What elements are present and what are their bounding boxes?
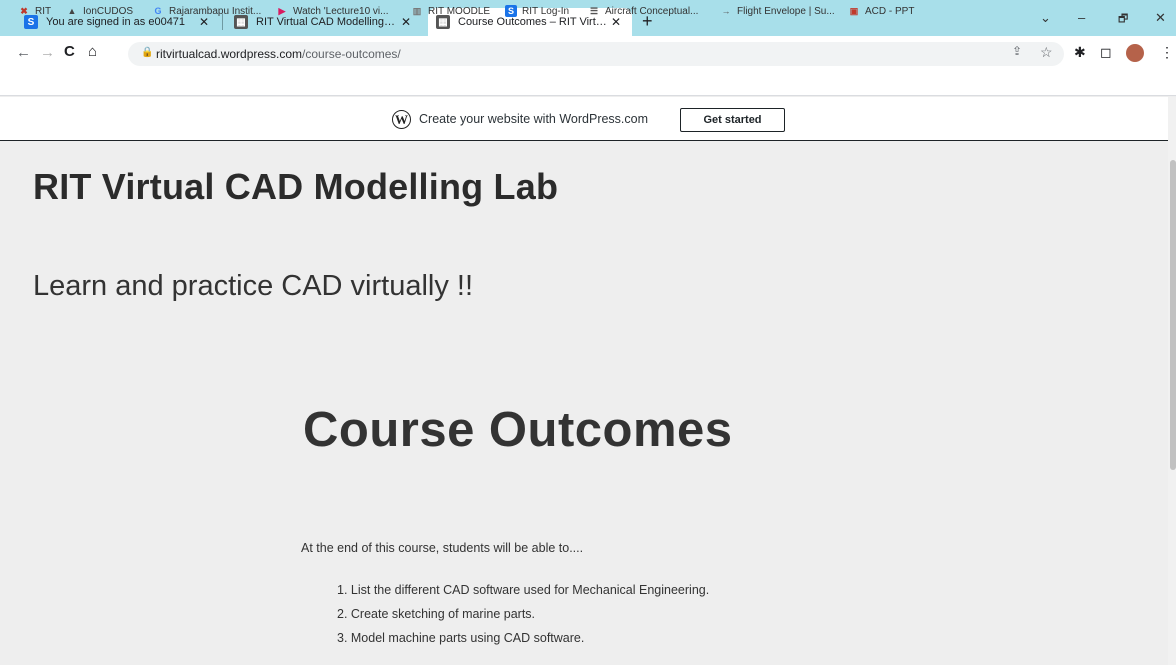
tab-title: RIT Virtual CAD Modelling Lab - — [256, 16, 398, 28]
wordpress-logo-icon: W — [392, 110, 411, 129]
wp-banner-text[interactable]: Create your website with WordPress.com — [419, 112, 648, 126]
list-item: 1. List the different CAD software used … — [337, 583, 710, 597]
bookmark-label: Rajarambapu Instit... — [169, 5, 262, 17]
outcomes-list: 1. List the different CAD software used … — [337, 582, 709, 654]
reload-button[interactable]: C — [64, 44, 75, 60]
rit-icon: ✖ — [20, 5, 28, 16]
bookmark-moodle[interactable]: ▥ RIT MOODLE — [411, 5, 490, 17]
close-icon[interactable]: ✕ — [196, 15, 212, 29]
bookmark-acd-ppt[interactable]: ▣ ACD - PPT — [848, 5, 915, 17]
close-icon[interactable]: ✕ — [608, 15, 624, 29]
bookmark-rit-login[interactable]: S RIT Log-In — [505, 5, 569, 17]
url-path: /course-outcomes/ — [302, 47, 401, 61]
share-icon[interactable]: ⇪ — [1012, 44, 1022, 58]
bookmark-label: RIT Log-In — [522, 5, 570, 17]
moodle-icon: ▥ — [412, 5, 422, 16]
play-icon: ▶ — [278, 5, 286, 16]
site-icon: ▦ — [234, 15, 248, 29]
ppt-icon: ▣ — [849, 5, 859, 16]
bookmark-label: Aircraft Conceptual... — [605, 5, 699, 17]
page-title: Course Outcomes — [303, 403, 733, 457]
url-host: ritvirtualcad.wordpress.com — [156, 47, 303, 61]
book-icon: ☰ — [589, 5, 599, 16]
site-tagline: Learn and practice CAD virtually !! — [33, 270, 474, 302]
bookmark-label: Watch 'Lecture10 vi... — [293, 5, 389, 17]
bookmark-label: Flight Envelope | Su... — [737, 5, 835, 17]
bookmark-ioncudos[interactable]: ▲ IonCUDOS — [66, 5, 133, 17]
blue-s-icon: S — [24, 15, 38, 29]
bookmark-label: RIT — [35, 5, 52, 17]
bookmark-flight-envelope[interactable]: → Flight Envelope | Su... — [720, 5, 835, 17]
close-icon[interactable]: ✕ — [398, 15, 414, 29]
bookmarks-bar — [0, 70, 1176, 96]
cap-icon: ▲ — [67, 6, 77, 16]
avatar[interactable] — [1126, 44, 1144, 62]
bookmark-rit[interactable]: ✖ RIT — [18, 5, 51, 17]
bookmark-label: IonCUDOS — [83, 5, 134, 17]
close-window-button[interactable]: ✕ — [1155, 10, 1166, 26]
list-item: 3. Model machine parts using CAD softwar… — [337, 631, 585, 645]
get-started-button[interactable]: Get started — [680, 108, 785, 132]
tab-search-icon[interactable]: ⌄ — [1040, 10, 1051, 26]
extensions-icon[interactable]: ✱ — [1074, 44, 1086, 61]
back-button[interactable]: ← — [16, 45, 31, 61]
star-icon[interactable]: ☆ — [1040, 44, 1053, 61]
intro-text: At the end of this course, students will… — [301, 541, 584, 555]
scrollbar-thumb[interactable] — [1170, 160, 1176, 470]
plane-icon: → — [721, 6, 731, 16]
tab-title: Course Outcomes – RIT Virtual C — [458, 16, 608, 28]
menu-icon[interactable]: ⋮ — [1160, 44, 1174, 61]
forward-button[interactable]: → — [40, 45, 55, 61]
url-text[interactable]: ritvirtualcad.wordpress.com/course-outco… — [156, 47, 401, 61]
site-title[interactable]: RIT Virtual CAD Modelling Lab — [33, 166, 558, 208]
minimize-button[interactable]: – — [1078, 10, 1085, 25]
bookmark-rajarambapu[interactable]: G Rajarambapu Instit... — [152, 5, 261, 17]
tab-title: You are signed in as e00471 — [46, 16, 186, 28]
side-panel-icon[interactable]: ◻ — [1100, 44, 1112, 61]
blue-s-icon: S — [505, 5, 517, 17]
lock-icon[interactable]: 🔒 — [141, 47, 153, 58]
home-button[interactable]: ⌂ — [88, 44, 97, 60]
bookmark-lecture[interactable]: ▶ Watch 'Lecture10 vi... — [276, 5, 389, 17]
site-icon: ▦ — [436, 15, 450, 29]
bookmark-aircraft[interactable]: ☰ Aircraft Conceptual... — [588, 5, 698, 17]
bookmark-label: RIT MOODLE — [428, 5, 491, 17]
google-icon: G — [154, 6, 162, 16]
list-item: 2. Create sketching of marine parts. — [337, 607, 536, 621]
bookmark-label: ACD - PPT — [865, 5, 915, 17]
restore-button[interactable]: 🗗 — [1118, 10, 1128, 29]
